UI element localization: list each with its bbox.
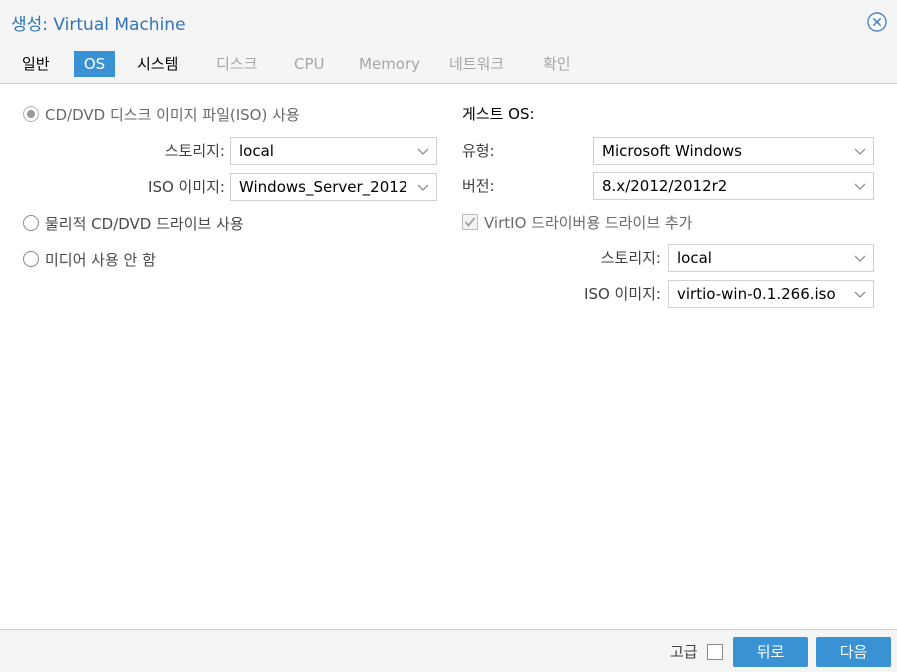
storage-label: 스토리지: bbox=[164, 142, 225, 160]
virtio-drivers-checkbox-label: VirtIO 드라이버용 드라이브 추가 bbox=[484, 213, 693, 232]
radio-use-iso[interactable]: CD/DVD 디스크 이미지 파일(ISO) 사용 bbox=[23, 103, 300, 125]
chevron-down-icon bbox=[417, 148, 429, 155]
tab-cpu: CPU bbox=[294, 55, 325, 73]
radio-checked-icon bbox=[23, 106, 39, 122]
tab-system[interactable]: 시스템 bbox=[129, 51, 186, 77]
tab-os[interactable]: OS bbox=[74, 51, 115, 77]
chevron-down-icon bbox=[854, 291, 866, 298]
chevron-down-icon bbox=[854, 148, 866, 155]
advanced-checkbox[interactable] bbox=[707, 644, 723, 660]
iso-image-combo-value: Windows_Server_2012 bbox=[239, 178, 406, 196]
storage-combo[interactable]: local bbox=[230, 137, 437, 165]
iso-image-label: ISO 이미지: bbox=[148, 178, 225, 196]
tab-general[interactable]: 일반 bbox=[14, 51, 58, 77]
iso-image-combo[interactable]: Windows_Server_2012 bbox=[230, 173, 437, 201]
os-type-combo-value: Microsoft Windows bbox=[602, 142, 742, 160]
tab-disk: 디스크 bbox=[216, 55, 258, 73]
radio-no-media-label: 미디어 사용 안 함 bbox=[45, 250, 156, 269]
virtio-storage-label: 스토리지: bbox=[600, 249, 661, 267]
back-button[interactable]: 뒤로 bbox=[733, 637, 808, 667]
radio-use-physical-drive[interactable]: 물리적 CD/DVD 드라이브 사용 bbox=[23, 212, 244, 234]
advanced-label: 고급 bbox=[670, 643, 698, 661]
chevron-down-icon bbox=[417, 184, 429, 191]
os-version-label: 버전: bbox=[462, 177, 495, 195]
window-titlebar: 생성: Virtual Machine bbox=[0, 0, 897, 42]
virtio-drivers-checkbox[interactable]: VirtIO 드라이버용 드라이브 추가 bbox=[462, 211, 692, 233]
guest-os-section-title: 게스트 OS: bbox=[462, 105, 535, 123]
radio-unchecked-icon bbox=[23, 215, 39, 231]
chevron-down-icon bbox=[854, 183, 866, 190]
next-button[interactable]: 다음 bbox=[816, 637, 891, 667]
virtio-storage-combo-value: local bbox=[677, 249, 712, 267]
os-version-combo[interactable]: 8.x/2012/2012r2 bbox=[593, 172, 874, 200]
radio-use-physical-drive-label: 물리적 CD/DVD 드라이브 사용 bbox=[45, 214, 244, 233]
virtio-storage-combo[interactable]: local bbox=[668, 244, 874, 272]
close-circle-icon[interactable] bbox=[867, 12, 887, 32]
tab-memory: Memory bbox=[359, 55, 421, 73]
checkbox-checked-icon bbox=[462, 214, 478, 230]
virtio-iso-combo-value: virtio-win-0.1.266.iso bbox=[677, 285, 836, 303]
window-title: 생성: Virtual Machine bbox=[11, 15, 186, 35]
chevron-down-icon bbox=[854, 255, 866, 262]
radio-no-media[interactable]: 미디어 사용 안 함 bbox=[23, 248, 156, 270]
tab-confirm: 확인 bbox=[543, 55, 571, 73]
virtio-iso-combo[interactable]: virtio-win-0.1.266.iso bbox=[668, 280, 874, 308]
wizard-footer: 고급 뒤로 다음 bbox=[0, 629, 897, 672]
radio-unchecked-icon bbox=[23, 251, 39, 267]
os-type-combo[interactable]: Microsoft Windows bbox=[593, 137, 874, 165]
os-panel: CD/DVD 디스크 이미지 파일(ISO) 사용 스토리지: local IS… bbox=[0, 84, 897, 629]
storage-combo-value: local bbox=[239, 142, 274, 160]
wizard-tab-bar: 일반 OS 시스템 디스크 CPU Memory 네트워크 확인 bbox=[0, 42, 897, 84]
os-type-label: 유형: bbox=[462, 142, 495, 160]
virtio-iso-label: ISO 이미지: bbox=[584, 285, 661, 303]
radio-use-iso-label: CD/DVD 디스크 이미지 파일(ISO) 사용 bbox=[45, 105, 300, 124]
os-version-combo-value: 8.x/2012/2012r2 bbox=[602, 177, 728, 195]
tab-network: 네트워크 bbox=[449, 55, 505, 73]
